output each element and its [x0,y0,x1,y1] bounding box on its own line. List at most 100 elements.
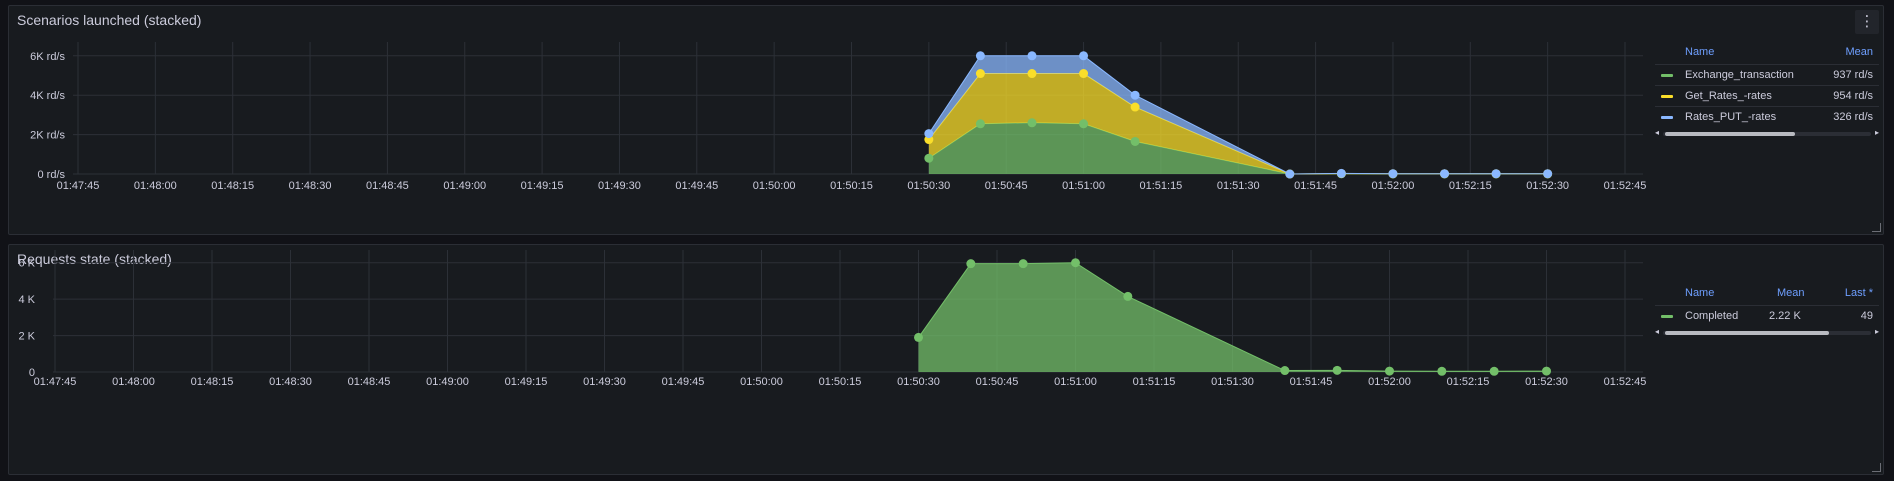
legend-item-name: Completed [1685,310,1739,322]
x-tick-label: 01:51:45 [1294,180,1337,192]
data-point[interactable] [1542,366,1551,376]
x-tick-label: 01:50:00 [740,376,783,388]
data-point[interactable] [1332,365,1342,375]
data-point[interactable] [924,129,934,139]
x-tick-label: 01:51:00 [1054,376,1097,388]
legend-scrollbar[interactable]: ◂ ▸ [1655,128,1879,138]
data-point[interactable] [966,259,976,269]
data-point[interactable] [1027,51,1037,61]
data-point[interactable] [1285,169,1295,179]
data-point[interactable] [1280,366,1290,376]
scroll-left-icon[interactable]: ◂ [1655,128,1659,137]
data-point[interactable] [1079,69,1089,79]
legend-header: Name Mean [1655,42,1879,62]
legend-item-name: Rates_PUT_-rates [1685,111,1777,123]
data-point[interactable] [924,153,934,163]
scroll-right-icon[interactable]: ▸ [1875,128,1879,137]
y-tick-label: 4 K [18,294,35,306]
x-tick-label: 01:50:30 [907,180,950,192]
series-color-swatch [1661,74,1673,77]
x-tick-label: 01:48:45 [348,376,391,388]
scroll-left-icon[interactable]: ◂ [1655,327,1659,336]
legend-item-last: 49 [1860,310,1873,322]
x-tick-label: 01:50:45 [985,180,1028,192]
data-point[interactable] [975,119,985,129]
legend-scrollbar[interactable]: ◂ ▸ [1655,327,1879,337]
grid: 02 K4 K6 K01:47:45 01:48:00 01:48:15 01:48:… [18,250,1646,388]
data-point[interactable] [1130,90,1140,100]
x-tick-label: 01:50:00 [753,180,796,192]
x-tick-label: 01:51:00 [1062,180,1105,192]
data-point[interactable] [1543,169,1553,179]
data-point[interactable] [975,69,985,79]
data-point[interactable] [1440,169,1450,179]
x-tick-label: 01:48:15 [211,180,254,192]
x-tick-label: 01:48:45 [366,180,409,192]
legend-item-exchange-transaction[interactable]: Exchange_transaction 937 rd/s [1655,64,1879,85]
x-tick-label: 01:50:30 [897,376,940,388]
legend: Name Mean Exchange_transaction 937 rd/s … [1655,42,1879,142]
series-color-swatch [1661,95,1673,98]
x-tick-label: 01:51:30 [1211,376,1254,388]
x-tick-label: 01:52:45 [1604,376,1647,388]
data-point[interactable] [1130,102,1140,112]
legend-item-completed[interactable]: Completed 2.22 K 49 [1655,305,1879,326]
data-point[interactable] [1130,136,1140,146]
data-point[interactable] [1491,169,1501,179]
panel-scenarios-launched: Scenarios launched (stacked) ⋮ 0 rd/s 2K … [8,5,1884,235]
legend-col-mean[interactable]: Mean [1777,287,1805,299]
data-point[interactable] [1123,291,1133,301]
legend-item-name: Get_Rates_-rates [1685,90,1772,102]
data-point[interactable] [1071,258,1080,268]
x-tick-label: 01:52:30 [1526,180,1569,192]
data-point[interactable] [1336,168,1346,178]
x-tick-label: 01:47:45 [34,376,77,388]
y-tick-label: 4K rd/s [30,90,65,102]
x-tick-label: 01:49:15 [521,180,564,192]
resize-handle[interactable] [1872,463,1881,472]
x-tick-label: 01:49:45 [662,376,705,388]
scroll-right-icon[interactable]: ▸ [1875,327,1879,336]
data-point[interactable] [1027,118,1037,128]
x-tick-label: 01:50:45 [976,376,1019,388]
legend-col-mean[interactable]: Mean [1845,46,1873,58]
x-tick-label: 01:49:30 [583,376,626,388]
legend-col-last[interactable]: Last * [1845,287,1873,299]
x-tick-label: 01:49:00 [443,180,486,192]
chart-scenarios-launched[interactable]: 0 rd/s2K rd/s4K rd/s6K rd/s01:47:45 01:48… [9,6,1885,236]
data-point[interactable] [1437,366,1447,376]
legend-item-mean: 937 rd/s [1833,69,1873,81]
x-tick-label: 01:52:15 [1447,376,1490,388]
legend-header: Name Mean Last * [1655,283,1879,303]
data-point[interactable] [1385,366,1394,376]
legend-item-get-rates[interactable]: Get_Rates_-rates 954 rd/s [1655,85,1879,106]
x-tick-label: 01:49:30 [598,180,641,192]
x-tick-label: 01:48:00 [134,180,177,192]
legend-col-name[interactable]: Name [1685,46,1714,58]
x-tick-label: 01:52:00 [1372,180,1415,192]
x-tick-label: 01:48:30 [269,376,312,388]
y-tick-label: 6 K [18,258,35,270]
y-tick-label: 2 K [18,331,35,343]
x-tick-label: 01:50:15 [819,376,862,388]
data-point[interactable] [1027,69,1037,79]
y-tick-label: 6K rd/s [30,51,65,63]
legend-col-name[interactable]: Name [1685,287,1714,299]
resize-handle[interactable] [1872,223,1881,232]
data-point[interactable] [1489,366,1499,376]
data-point[interactable] [1079,119,1089,129]
legend-item-rates-put[interactable]: Rates_PUT_-rates 326 rd/s [1655,106,1879,127]
x-tick-label: 01:51:30 [1217,180,1260,192]
data-point[interactable] [914,332,923,342]
x-tick-label: 01:48:15 [191,376,234,388]
grid: 0 rd/s2K rd/s4K rd/s6K rd/s01:47:45 01:48… [30,42,1646,192]
data-point[interactable] [975,51,985,61]
legend-item-mean: 326 rd/s [1833,111,1873,123]
data-point[interactable] [1388,169,1398,179]
data-point[interactable] [1079,51,1089,61]
chart-requests-state[interactable]: 02 K4 K6 K01:47:45 01:48:00 01:48:15 01:48:… [9,245,1885,476]
x-tick-label: 01:49:15 [505,376,548,388]
data-point[interactable] [1018,259,1028,269]
panel-requests-state: Requests state (stacked) 02 K4 K6 K 01:47… [8,244,1884,475]
x-tick-label: 01:50:15 [830,180,873,192]
